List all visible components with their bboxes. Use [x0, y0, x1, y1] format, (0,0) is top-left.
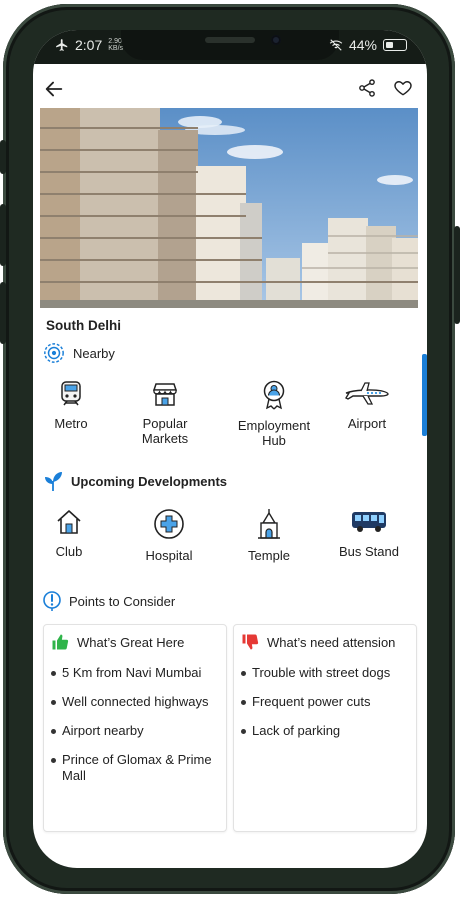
nearby-location-icon	[44, 343, 64, 363]
nearby-item-metro[interactable]: Metro	[41, 380, 101, 431]
network-speed-unit: KB/s	[108, 45, 124, 52]
list-item: Well connected highways	[50, 694, 222, 710]
status-left: 2:07 2.90 KB/s	[55, 37, 123, 53]
nearby-item-airport[interactable]: Airport	[339, 380, 395, 431]
nearby-item-label: Metro	[54, 416, 88, 431]
nearby-item-label: Popular Markets	[141, 416, 189, 446]
employment-badge-icon	[263, 380, 285, 410]
nearby-item-employment-hub[interactable]: Employment Hub	[227, 380, 321, 448]
great-here-header: What’s Great Here	[51, 633, 184, 651]
upcoming-heading: Upcoming Developments	[43, 470, 227, 492]
status-time: 2:07	[75, 37, 103, 53]
need-attention-header: What’s need attension	[241, 633, 395, 651]
mute-switch	[0, 140, 6, 174]
location-title: South Delhi	[46, 318, 121, 333]
volume-down-button	[0, 282, 6, 344]
status-right: 44%	[329, 37, 407, 53]
airplane-icon	[345, 382, 389, 405]
hospital-cross-icon	[154, 509, 184, 539]
volume-up-button	[0, 204, 6, 266]
upcoming-item-label: Hospital	[145, 548, 193, 563]
airplane-mode-icon	[56, 39, 68, 51]
arrow-left-icon	[45, 81, 63, 97]
top-action-bar	[33, 74, 427, 108]
favorite-button[interactable]	[393, 78, 413, 103]
market-store-icon	[152, 383, 178, 406]
upcoming-item-label: Club	[55, 544, 83, 559]
list-item: Trouble with street dogs	[240, 665, 412, 681]
great-here-list: 5 Km from Navi Mumbai Well connected hig…	[50, 665, 222, 797]
list-item: Lack of parking	[240, 723, 412, 739]
bus-icon	[352, 512, 386, 532]
list-item: Frequent power cuts	[240, 694, 412, 710]
thumbs-up-icon	[52, 634, 69, 650]
upcoming-item-club[interactable]: Club	[45, 508, 93, 559]
front-camera	[271, 35, 281, 45]
need-attention-list: Trouble with street dogs Frequent power …	[240, 665, 412, 752]
app-screen: 2:07 2.90 KB/s 44% South Delhi Nearby Me…	[33, 30, 427, 868]
need-attention-title: What’s need attension	[267, 634, 396, 650]
battery-percent: 44%	[348, 37, 377, 53]
battery-icon	[383, 39, 407, 51]
points-heading: Points to Consider	[43, 590, 175, 612]
property-image	[40, 108, 418, 308]
notch	[121, 30, 339, 60]
exclamation-icon	[43, 591, 61, 611]
need-attention-card: What’s need attension Trouble with stree…	[233, 624, 417, 832]
power-button	[454, 226, 460, 324]
upcoming-item-hospital[interactable]: Hospital	[137, 508, 201, 563]
nearby-item-popular-markets[interactable]: Popular Markets	[129, 380, 201, 446]
upcoming-item-temple[interactable]: Temple	[239, 508, 299, 563]
upcoming-heading-label: Upcoming Developments	[71, 473, 228, 489]
list-item: Airport nearby	[50, 723, 222, 739]
points-heading-label: Points to Consider	[69, 593, 176, 609]
building-photo	[40, 108, 418, 308]
list-item: Prince of Glomax & Prime Mall	[50, 752, 222, 784]
signal-icon	[329, 39, 343, 51]
house-icon	[57, 510, 81, 534]
battery-level	[386, 42, 394, 48]
share-icon	[359, 79, 375, 97]
metro-train-icon	[61, 381, 81, 406]
great-here-card: What’s Great Here 5 Km from Navi Mumbai …	[43, 624, 227, 832]
great-here-title: What’s Great Here	[77, 634, 185, 650]
thumbs-down-icon	[242, 634, 259, 650]
sprout-icon	[45, 472, 62, 491]
speaker	[205, 37, 255, 43]
status-bar: 2:07 2.90 KB/s 44%	[33, 30, 427, 64]
share-button[interactable]	[357, 78, 377, 103]
scrollbar-thumb[interactable]	[422, 354, 427, 436]
nearby-item-label: Employment Hub	[237, 418, 311, 448]
temple-icon	[258, 509, 280, 539]
back-button[interactable]	[43, 78, 65, 105]
upcoming-item-label: Bus Stand	[339, 544, 399, 559]
list-item: 5 Km from Navi Mumbai	[50, 665, 222, 681]
heart-icon	[394, 81, 412, 96]
upcoming-item-bus-stand[interactable]: Bus Stand	[331, 508, 407, 559]
nearby-heading-label: Nearby	[73, 345, 115, 361]
nearby-heading: Nearby	[43, 342, 115, 364]
nearby-item-label: Airport	[347, 416, 387, 431]
upcoming-item-label: Temple	[248, 548, 290, 563]
